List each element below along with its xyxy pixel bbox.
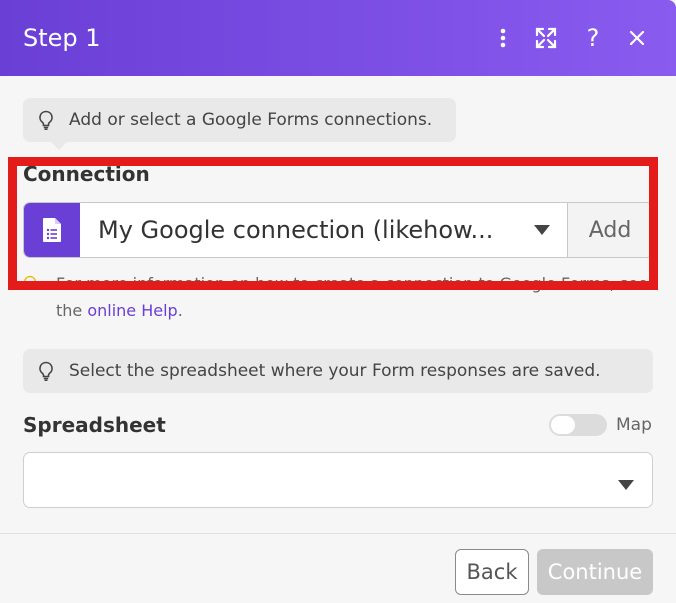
google-forms-icon bbox=[24, 203, 80, 257]
toggle-knob bbox=[551, 416, 575, 434]
lightbulb-icon bbox=[23, 110, 69, 130]
map-label: Map bbox=[616, 415, 652, 435]
connection-tip: Add or select a Google Forms connections… bbox=[23, 98, 456, 150]
connection-label: Connection bbox=[23, 162, 150, 186]
footer-divider bbox=[0, 533, 676, 534]
spreadsheet-tip: Select the spreadsheet where your Form r… bbox=[23, 349, 653, 393]
modal-header: Step 1 ? bbox=[0, 0, 676, 76]
connection-help: For more information on how to create a … bbox=[23, 270, 653, 324]
map-toggle[interactable] bbox=[549, 414, 607, 436]
lightbulb-icon bbox=[23, 274, 37, 301]
online-help-link[interactable]: online Help bbox=[87, 301, 177, 320]
spreadsheet-label: Spreadsheet bbox=[23, 413, 166, 437]
add-connection-button[interactable]: Add bbox=[567, 203, 652, 257]
connection-select[interactable]: My Google connection (likehow... Add bbox=[23, 202, 653, 258]
chevron-down-icon[interactable] bbox=[618, 475, 634, 494]
lightbulb-icon bbox=[23, 361, 69, 381]
more-vertical-icon[interactable] bbox=[489, 24, 517, 52]
help-period: . bbox=[177, 301, 183, 320]
expand-icon[interactable] bbox=[532, 24, 560, 52]
spreadsheet-select[interactable] bbox=[23, 452, 653, 508]
continue-button[interactable]: Continue bbox=[537, 549, 653, 595]
spreadsheet-tip-text: Select the spreadsheet where your Form r… bbox=[69, 361, 601, 381]
back-button[interactable]: Back bbox=[455, 549, 529, 595]
help-icon[interactable]: ? bbox=[579, 24, 607, 52]
connection-tip-text: Add or select a Google Forms connections… bbox=[69, 110, 433, 130]
modal-title: Step 1 bbox=[23, 24, 101, 52]
chevron-down-icon[interactable] bbox=[517, 203, 567, 257]
close-icon[interactable] bbox=[623, 24, 651, 52]
connection-value: My Google connection (likehow... bbox=[98, 216, 494, 244]
